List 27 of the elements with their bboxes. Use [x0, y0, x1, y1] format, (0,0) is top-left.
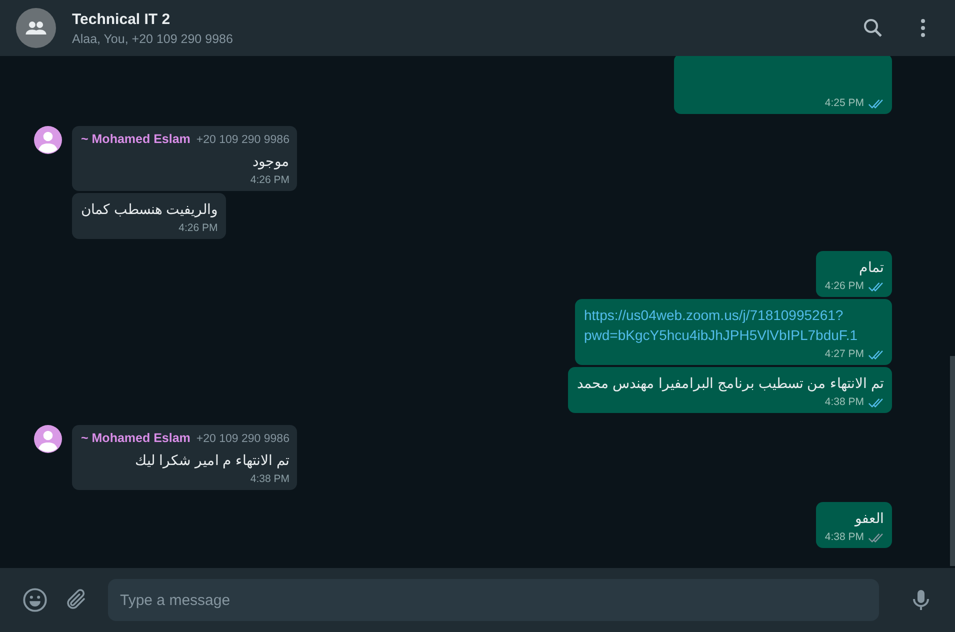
scrollbar[interactable] [950, 356, 955, 566]
message-time: 4:27 PM [824, 348, 864, 360]
message-text: تم الانتهاء من تسطيب برنامج البرامفيرا مهندس محمد [576, 374, 884, 393]
sender-phone: +20 109 290 9986 [196, 433, 290, 445]
members-list: Alaa, You, +20 109 290 9986 [72, 32, 861, 46]
message-text: تمام [858, 258, 884, 277]
avatar-icon [34, 425, 62, 453]
avatar-icon [34, 126, 62, 154]
message-time: 4:38 PM [824, 396, 864, 408]
sender-name: ~ Mohamed Eslam [81, 132, 190, 146]
sender-phone: +20 109 290 9986 [196, 134, 290, 146]
message-time: 4:26 PM [824, 280, 864, 292]
message-text: تم الانتهاء م امير شكرا ليك [134, 451, 290, 470]
message-text: والريفيت هنسطب كمان [81, 200, 218, 219]
message-input[interactable]: Type a message [108, 579, 879, 621]
message-text: موجود [251, 152, 290, 171]
message-text: العفو [853, 509, 884, 528]
sender-name: ~ Mohamed Eslam [81, 431, 190, 445]
message-time: 4:26 PM [178, 222, 218, 234]
emoji-icon[interactable] [22, 587, 48, 613]
message-link[interactable]: https://us04web.zoom.us/j/71810995261?pwd=bKgcY5hcu4ibJhJPH5VlVbIPL7bduF.1 [584, 305, 884, 345]
message-time: 4:38 PM [824, 531, 864, 543]
chat-title: Technical IT 2 [72, 10, 172, 28]
message-time: 4:38 PM [250, 473, 290, 485]
message-time: 4:25 PM [824, 97, 864, 109]
paperclip-icon[interactable] [64, 588, 88, 612]
message-time: 4:26 PM [250, 174, 290, 186]
